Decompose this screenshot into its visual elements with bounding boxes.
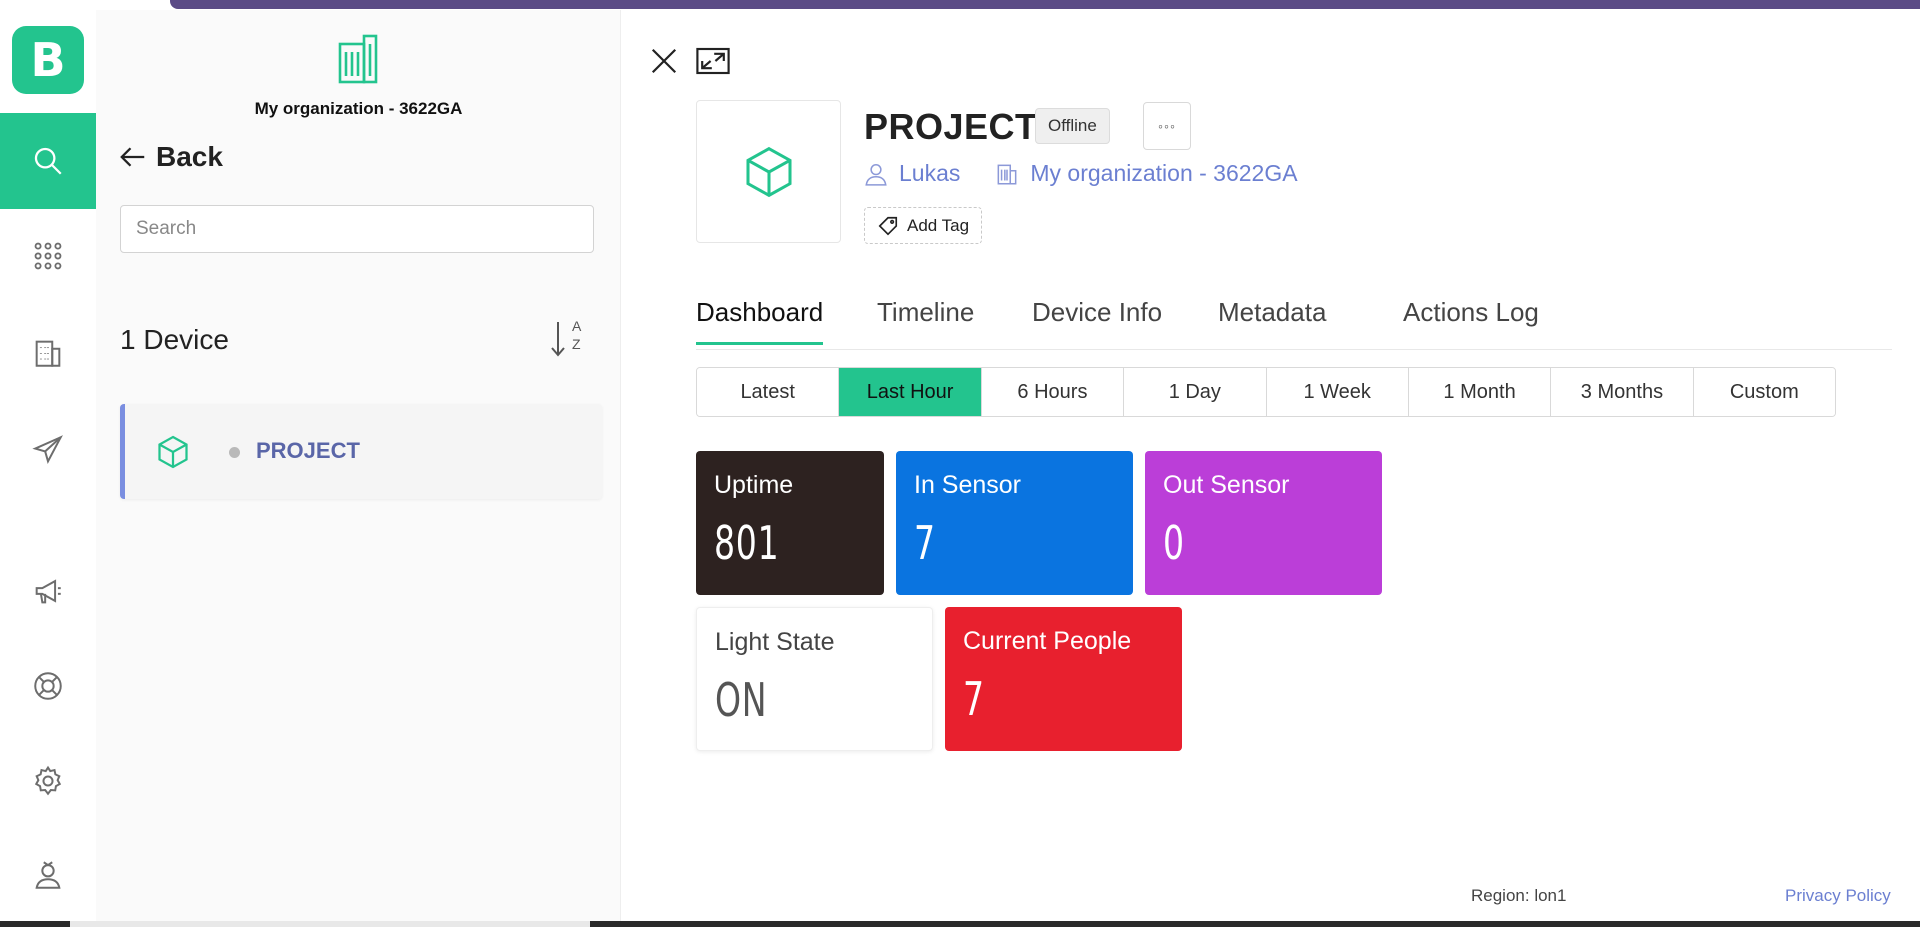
region-label: Region: lon1 [1471,886,1567,905]
range-3-months[interactable]: 3 Months [1551,368,1694,416]
tab-actions-log[interactable]: Actions Log [1403,297,1539,342]
device-image[interactable] [696,100,841,243]
sidebar-item-account[interactable] [0,827,96,923]
app-logo[interactable]: B [12,26,84,94]
sidebar-item-help[interactable] [0,638,96,734]
sort-letter-z: Z [572,336,581,352]
widget-uptime[interactable]: Uptime 801 [696,451,884,595]
widget-label: Current People [963,627,1132,655]
sidebar-item-settings[interactable] [0,733,96,829]
status-dot [229,447,240,458]
bottom-strip [0,921,1920,927]
tab-metadata[interactable]: Metadata [1218,297,1326,342]
grid-icon [34,242,62,270]
owner-link[interactable]: Lukas [899,160,960,187]
sort-az-button[interactable]: A Z [550,318,586,360]
search-icon [34,147,62,175]
building-icon [997,164,1017,185]
widget-label: In Sensor [914,471,1022,499]
organization-name: My organization - 3622GA [254,99,463,118]
range-1-month[interactable]: 1 Month [1408,368,1552,416]
widget-label: Light State [715,628,835,656]
tab-device-info[interactable]: Device Info [1032,297,1162,342]
privacy-policy-link[interactable]: Privacy Policy [1785,886,1891,906]
range-custom[interactable]: Custom [1693,368,1835,416]
tag-icon [878,216,898,235]
sidebar-item-apps[interactable] [0,208,96,304]
add-tag-button[interactable]: Add Tag [864,207,983,244]
user-badge-icon [35,861,61,889]
tab-dashboard[interactable]: Dashboard [696,297,824,345]
cube-icon [745,146,792,197]
widget-value: ON [715,673,768,727]
megaphone-icon [35,579,61,604]
widget-in-sensor[interactable]: In Sensor 7 [896,451,1133,595]
widget-light-state[interactable]: Light State ON [696,607,933,751]
expand-icon[interactable] [695,46,731,76]
tab-timeline[interactable]: Timeline [877,297,974,342]
range-last-hour[interactable]: Last Hour [839,368,982,416]
widget-value: 801 [714,516,780,570]
widget-value: 7 [963,672,985,726]
range-6-hours[interactable]: 6 Hours [981,368,1125,416]
sidebar-rail: B [0,10,96,927]
device-count: 1 Device [120,324,229,355]
paper-plane-icon [32,435,63,464]
arrow-left-icon [120,147,145,167]
device-list-panel: My organization - 3622GA Back 1 Device A… [96,10,621,927]
sidebar-item-announcements[interactable] [0,543,96,639]
widget-label: Out Sensor [1163,471,1290,499]
device-detail: PROJECT Offline ◦◦◦ Lukas My organizatio… [621,10,1920,927]
range-latest[interactable]: Latest [697,368,840,416]
widget-value: 7 [914,516,936,570]
organization-building-icon [338,34,378,84]
range-1-week[interactable]: 1 Week [1266,368,1409,416]
sort-letter-a: A [572,318,582,334]
widget-current-people[interactable]: Current People 7 [945,607,1182,751]
device-tabs: Dashboard Timeline Device Info Metadata … [696,285,1892,350]
lifebuoy-icon [34,672,62,700]
back-button[interactable]: Back [118,141,223,173]
organization-link[interactable]: My organization - 3622GA [1030,160,1297,187]
time-range-selector: Latest Last Hour 6 Hours 1 Day 1 Week 1 … [696,367,1836,417]
widget-label: Uptime [714,471,794,499]
sidebar-item-search[interactable] [0,113,96,209]
top-accent-strip [170,0,1920,9]
sidebar-item-send[interactable] [0,402,96,498]
device-title: PROJECT [864,106,1038,147]
bottom-strip-segment [70,921,590,927]
building-icon [35,340,61,367]
more-options-button[interactable]: ◦◦◦ [1143,102,1191,150]
widget-value: 0 [1163,516,1185,570]
cube-icon [158,435,188,469]
sidebar-item-organizations[interactable] [0,305,96,401]
close-icon[interactable] [649,46,679,76]
ellipsis-icon: ◦◦◦ [1158,118,1176,134]
browser-top-strip [0,0,1920,10]
user-icon [865,163,887,186]
range-1-day[interactable]: 1 Day [1124,368,1267,416]
device-meta: Lukas My organization - 3622GA [863,160,1298,187]
search-input[interactable] [120,205,594,253]
back-label: Back [156,141,223,172]
device-list-item[interactable]: PROJECT [120,404,602,499]
widget-out-sensor[interactable]: Out Sensor 0 [1145,451,1382,595]
gear-icon [34,765,62,796]
status-badge: Offline [1035,108,1110,144]
device-name: PROJECT [256,438,360,463]
add-tag-label: Add Tag [907,215,970,235]
